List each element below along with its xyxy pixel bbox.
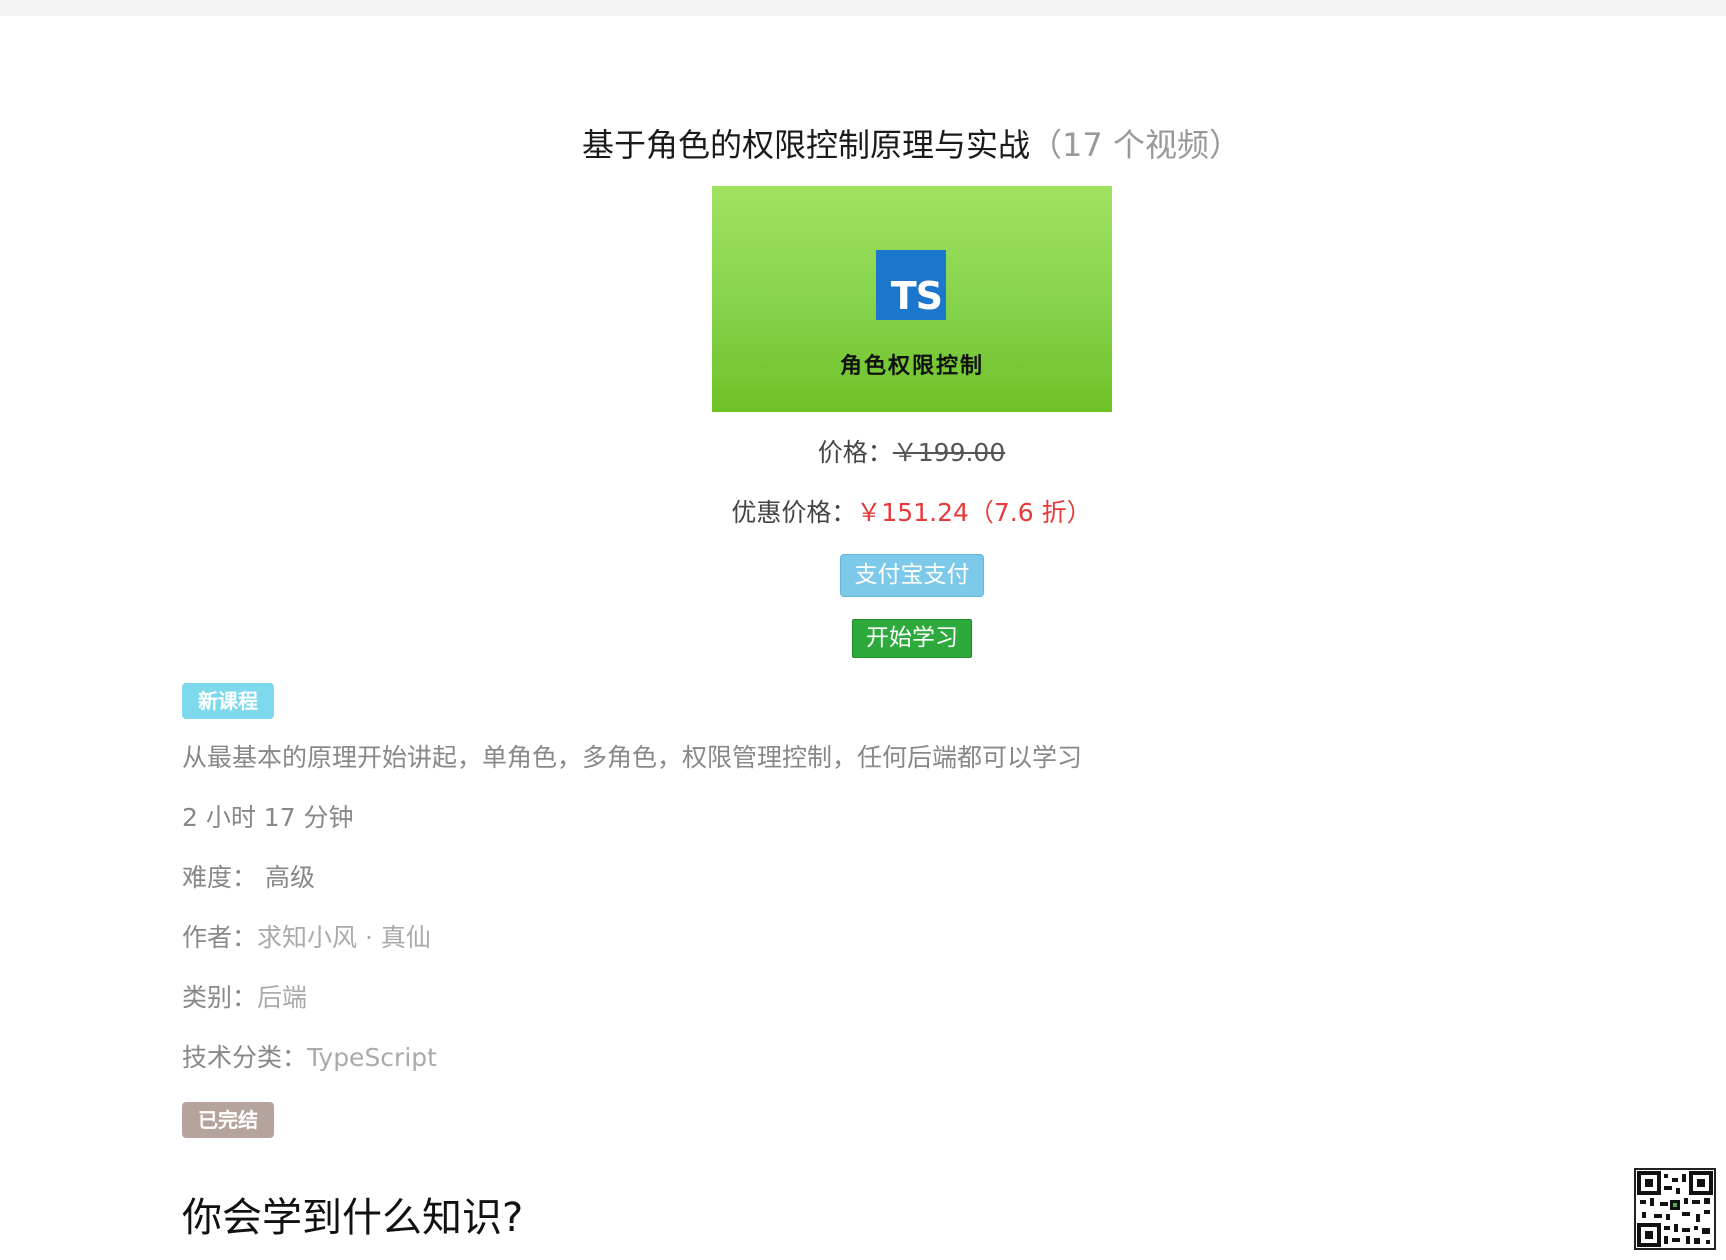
cover-caption: 角色权限控制 [839,353,984,379]
original-price: ￥199.00 [892,438,1006,467]
course-title-text: 基于角色的权限控制原理与实战 [582,126,1031,164]
start-study-button[interactable]: 开始学习 [852,619,972,658]
category-value[interactable]: 后端 [257,983,307,1012]
course-level: 难度： 高级 [182,860,315,896]
level-value: 高级 [264,863,315,892]
author-label: 作者： [182,923,258,952]
category-label: 类别： [182,983,258,1012]
course-duration: 2 小时 17 分钟 [182,803,354,832]
discount-price-row: 优惠价格：￥151.24（7.6 折） [0,495,1726,531]
author-value[interactable]: 求知小风 · 真仙 [257,923,431,952]
typescript-logo-icon: TS [876,250,946,320]
discount-price: ￥151.24（7.6 折） [856,498,1092,527]
price-label: 价格： [817,438,893,467]
top-bar [0,0,1726,16]
course-tech: 技术分类：TypeScript [182,1040,437,1076]
section-heading: 你会学到什么知识? [182,1195,524,1241]
completed-badge: 已完结 [182,1102,274,1138]
discount-label: 优惠价格： [731,498,857,527]
original-price-row: 价格：￥199.00 [0,435,1726,471]
course-description: 从最基本的原理开始讲起，单角色，多角色，权限管理控制，任何后端都可以学习 [182,743,1083,772]
video-count: （17 个视频） [1030,126,1241,164]
level-label: 难度： [182,863,258,892]
ts-logo-text: TS [890,274,943,318]
new-course-badge: 新课程 [182,683,274,719]
course-author: 作者：求知小风 · 真仙 [182,920,431,956]
alipay-button[interactable]: 支付宝支付 [840,554,984,597]
course-cover-image: TS 角色权限控制 [712,186,1112,412]
tech-label: 技术分类： [182,1043,308,1072]
course-category: 类别：后端 [182,980,307,1016]
qr-code-icon [1634,1168,1716,1250]
course-title: 基于角色的权限控制原理与实战（17 个视频） [0,121,1726,169]
qr-code-pattern [1637,1171,1713,1247]
tech-value[interactable]: TypeScript [307,1043,437,1072]
